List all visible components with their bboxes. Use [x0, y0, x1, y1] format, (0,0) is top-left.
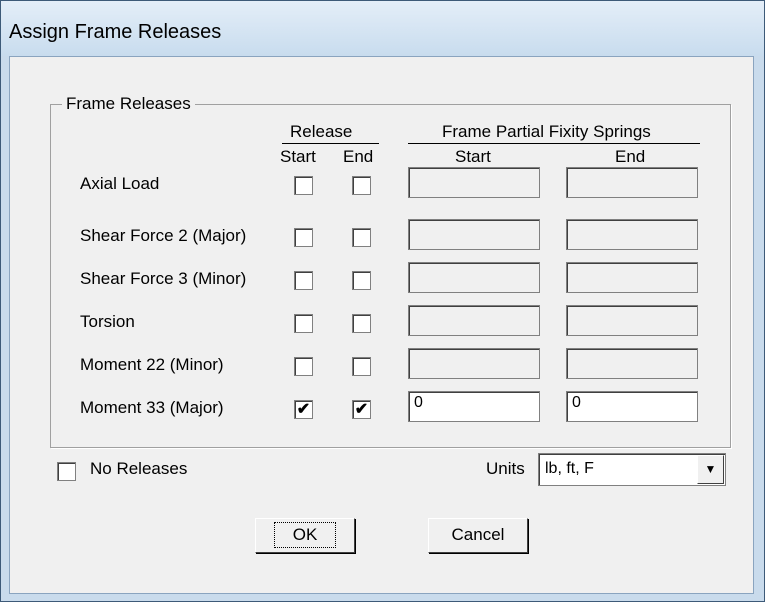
spring-end-field[interactable]: [566, 305, 698, 336]
spring-end-header: End: [615, 147, 646, 166]
units-label: Units: [486, 459, 525, 478]
release-row-label: Shear Force 2 (Major): [80, 226, 247, 245]
spring-end-field[interactable]: [566, 262, 698, 293]
release-end-checkbox[interactable]: [352, 357, 371, 376]
release-end-checkbox[interactable]: [352, 314, 371, 333]
no-releases-label: No Releases: [90, 459, 188, 478]
units-dropdown[interactable]: lb, ft, F ▼: [538, 453, 726, 486]
dropdown-arrow-icon[interactable]: ▼: [697, 455, 724, 484]
no-releases-checkbox[interactable]: [57, 462, 76, 481]
checkmark-icon: ✔: [296, 401, 311, 418]
release-start-checkbox[interactable]: [294, 228, 313, 247]
release-start-checkbox[interactable]: [294, 314, 313, 333]
release-end-header: End: [343, 147, 374, 166]
release-header-rule: [282, 143, 379, 144]
release-end-checkbox[interactable]: [352, 228, 371, 247]
ok-button-label: OK: [273, 522, 337, 548]
release-start-checkbox[interactable]: [294, 357, 313, 376]
dialog-client: Frame Releases Release Start End Frame P…: [9, 56, 754, 594]
spring-start-field[interactable]: [408, 219, 540, 250]
title-bar[interactable]: Assign Frame Releases: [1, 1, 764, 56]
spring-start-field[interactable]: [408, 262, 540, 293]
release-row-label: Moment 33 (Major): [80, 398, 224, 417]
spring-start-header: Start: [455, 147, 491, 166]
spring-end-field[interactable]: 0: [566, 391, 698, 422]
release-start-checkbox[interactable]: [294, 271, 313, 290]
checkmark-icon: ✔: [354, 401, 369, 418]
springs-header: Frame Partial Fixity Springs: [442, 122, 651, 141]
release-row-label: Axial Load: [80, 174, 160, 193]
release-start-header: Start: [280, 147, 316, 166]
spring-end-field[interactable]: [566, 219, 698, 250]
release-row-label: Moment 22 (Minor): [80, 355, 224, 374]
release-start-checkbox[interactable]: ✔: [294, 400, 313, 419]
release-end-checkbox[interactable]: [352, 176, 371, 195]
frame-releases-caption: Frame Releases: [62, 94, 195, 114]
release-end-checkbox[interactable]: ✔: [352, 400, 371, 419]
dialog-window: Assign Frame Releases Frame Releases Rel…: [0, 0, 765, 602]
release-header: Release: [290, 122, 353, 141]
spring-start-field[interactable]: [408, 348, 540, 379]
window-title: Assign Frame Releases: [9, 21, 222, 43]
release-row-label: Torsion: [80, 312, 135, 331]
units-value: lb, ft, F: [545, 460, 594, 477]
springs-header-rule: [408, 143, 700, 144]
release-end-checkbox[interactable]: [352, 271, 371, 290]
spring-start-field[interactable]: 0: [408, 391, 540, 422]
spring-start-field[interactable]: [408, 167, 540, 198]
spring-end-field[interactable]: [566, 348, 698, 379]
cancel-button[interactable]: Cancel: [428, 518, 528, 553]
spring-start-field[interactable]: [408, 305, 540, 336]
cancel-button-label: Cancel: [451, 525, 505, 544]
release-start-checkbox[interactable]: [294, 176, 313, 195]
release-row-label: Shear Force 3 (Minor): [80, 269, 247, 288]
ok-button[interactable]: OK: [255, 518, 355, 553]
spring-end-field[interactable]: [566, 167, 698, 198]
